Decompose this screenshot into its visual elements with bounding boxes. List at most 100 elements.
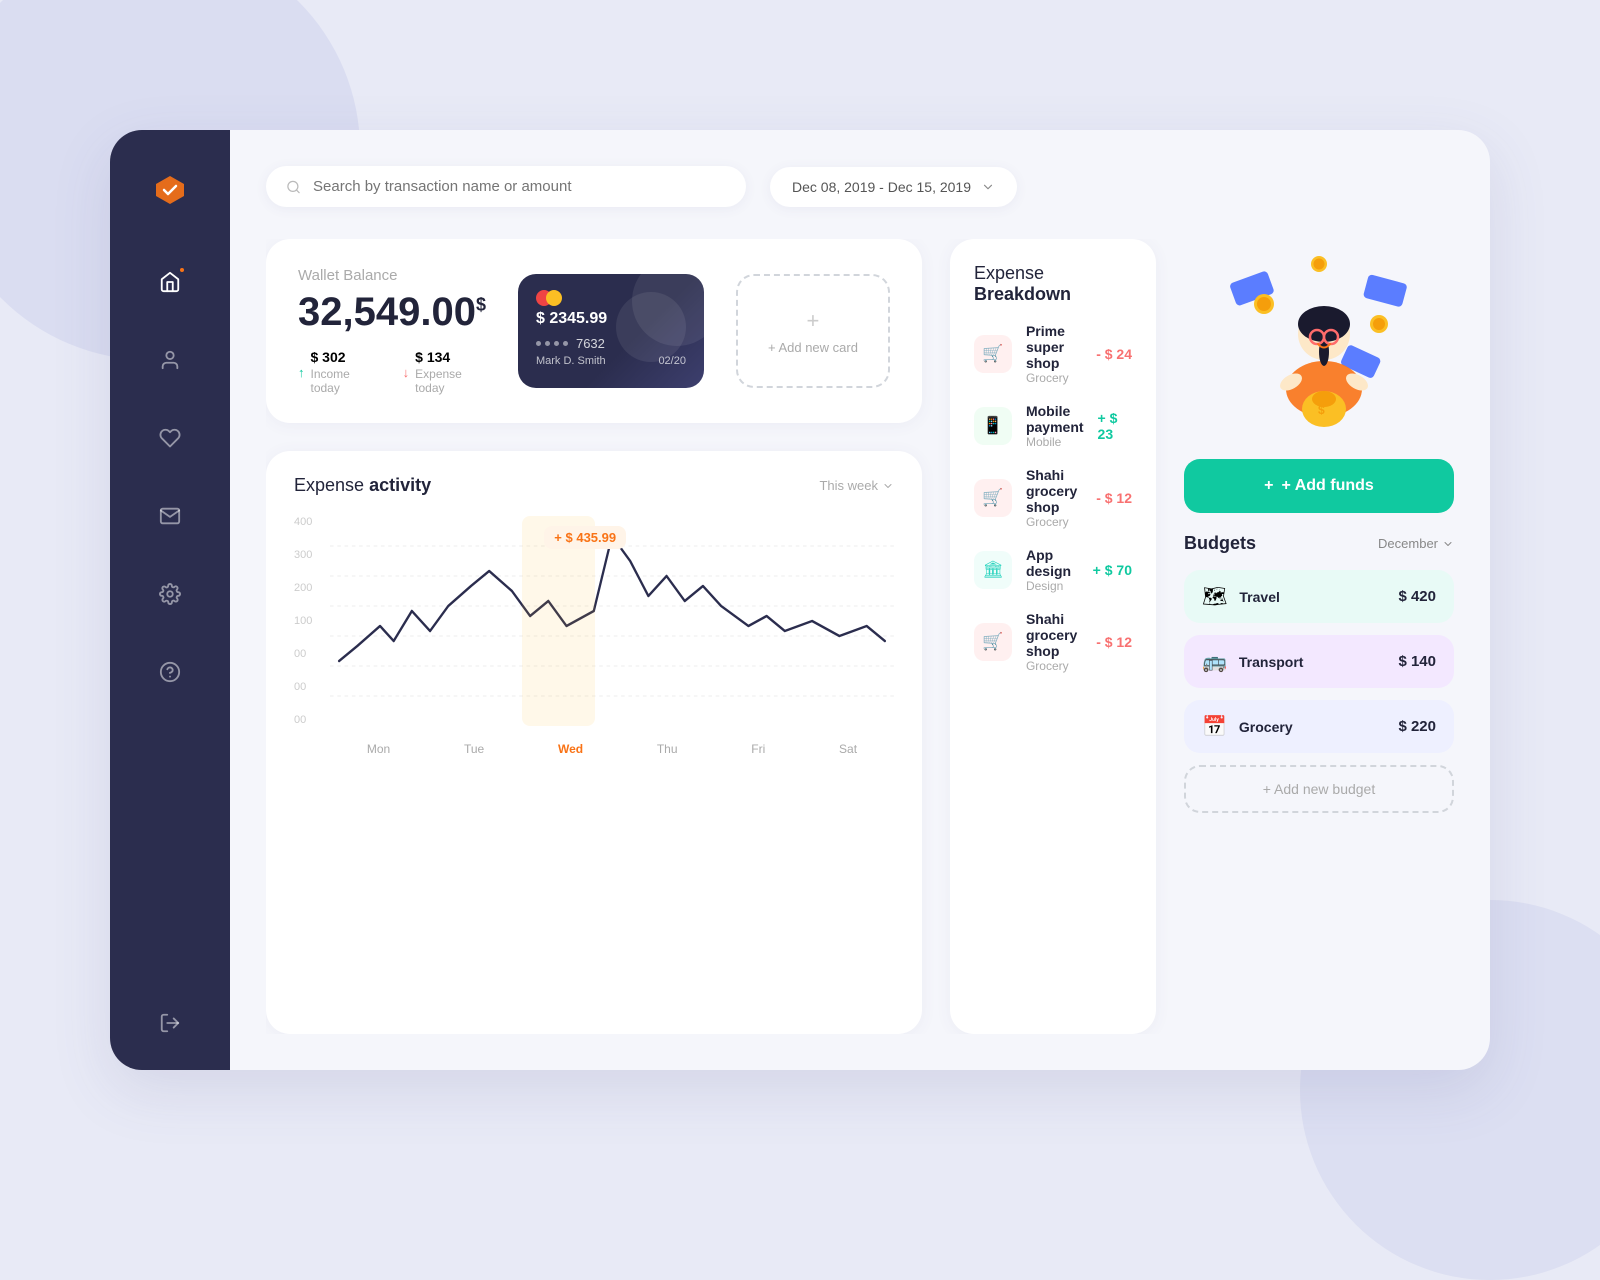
budget-amount-grocery: $ 220 [1398, 718, 1436, 735]
sidebar-item-favorites[interactable] [150, 418, 190, 458]
breakdown-category: Grocery [1026, 659, 1082, 673]
main-card: Dec 08, 2019 - Dec 15, 2019 Wallet Balan… [110, 130, 1490, 1070]
breakdown-text: App design Design [1026, 547, 1079, 593]
add-budget-label: + Add new budget [1263, 781, 1376, 797]
sidebar-nav [150, 262, 190, 988]
chart-tooltip: + $ 435.99 [544, 526, 626, 549]
budget-amount-travel: $ 420 [1398, 588, 1436, 605]
card-name: Mark D. Smith [536, 355, 606, 367]
budget-name-grocery: Grocery [1239, 719, 1387, 735]
breakdown-icon-design: 🏛 [974, 551, 1012, 589]
breakdown-amount: + $ 23 [1098, 410, 1132, 442]
expense-label: Expense today [415, 367, 486, 395]
breakdown-name: Shahi grocery shop [1026, 611, 1082, 659]
chevron-down-icon [882, 480, 894, 492]
day-sat: Sat [839, 742, 857, 756]
add-card-label: + Add new card [768, 340, 858, 355]
breakdown-name: Shahi grocery shop [1026, 467, 1082, 515]
breakdown-icon-grocery2: 🛒 [974, 479, 1012, 517]
breakdown-name: Mobile payment [1026, 403, 1084, 435]
chart-title: Expense activity [294, 475, 431, 496]
chart-svg-container: + $ 435.99 [330, 516, 894, 726]
income-stat: ↑ $ 302 Income today [298, 349, 375, 395]
chart-period-selector[interactable]: This week [819, 478, 894, 493]
breakdown-item: 🏛 App design Design + $ 70 [974, 547, 1132, 593]
logout-button[interactable] [159, 988, 181, 1034]
grocery-icon: 📅 [1202, 714, 1227, 739]
breakdown-amount: - $ 12 [1096, 490, 1132, 506]
hero-illustration: $ [1219, 244, 1419, 434]
chevron-down-icon [1442, 538, 1454, 550]
left-column: Wallet Balance 32,549.00$ ↑ $ 302 Income… [266, 239, 922, 1034]
wallet-label: Wallet Balance [298, 267, 486, 284]
breakdown-text: Mobile payment Mobile [1026, 403, 1084, 449]
add-funds-label: + Add funds [1282, 477, 1374, 495]
main-body: Wallet Balance 32,549.00$ ↑ $ 302 Income… [266, 239, 1454, 1034]
budgets-header: Budgets December [1184, 533, 1454, 554]
budget-item-travel: 🗺 Travel $ 420 [1184, 570, 1454, 623]
chart-y-labels: 400300200100000000 [294, 516, 326, 726]
breakdown-category: Grocery [1026, 515, 1082, 529]
breakdown-amount: - $ 24 [1096, 346, 1132, 362]
breakdown-list: 🛒 Prime super shop Grocery - $ 24 📱 M [974, 323, 1132, 673]
breakdown-text: Shahi grocery shop Grocery [1026, 467, 1082, 529]
breakdown-icon-grocery3: 🛒 [974, 623, 1012, 661]
breakdown-item: 🛒 Shahi grocery shop Grocery - $ 12 [974, 611, 1132, 673]
chart-header: Expense activity This week [294, 475, 894, 496]
card-last-digits: 7632 [576, 336, 605, 351]
day-wed: Wed [558, 742, 583, 756]
search-icon [286, 179, 301, 195]
day-fri: Fri [751, 742, 765, 756]
expense-stat: ↓ $ 134 Expense today [403, 349, 486, 395]
income-value: $ 302 [311, 349, 375, 365]
chart-x-labels: Mon Tue Wed Thu Fri Sat [330, 742, 894, 756]
budget-list: 🗺 Travel $ 420 🚌 Transport $ 140 📅 [1184, 570, 1454, 753]
sidebar-item-help[interactable] [150, 652, 190, 692]
add-card-button[interactable]: + + Add new card [736, 274, 890, 388]
svg-text:$: $ [1318, 403, 1325, 417]
breakdown-text: Prime super shop Grocery [1026, 323, 1082, 385]
income-arrow-icon: ↑ [298, 365, 305, 380]
add-budget-button[interactable]: + Add new budget [1184, 765, 1454, 813]
sidebar-item-home[interactable] [150, 262, 190, 302]
notification-dot [178, 266, 186, 274]
topbar: Dec 08, 2019 - Dec 15, 2019 [266, 166, 1454, 207]
date-picker[interactable]: Dec 08, 2019 - Dec 15, 2019 [770, 167, 1017, 207]
budget-amount-transport: $ 140 [1398, 653, 1436, 670]
chevron-down-icon [981, 180, 995, 194]
income-label: Income today [311, 367, 375, 395]
sidebar-item-mail[interactable] [150, 496, 190, 536]
right-column: $ + + Add funds Budgets December [1184, 239, 1454, 1034]
breakdown-section: Expense Breakdown 🛒 Prime super shop Gro… [950, 239, 1156, 1034]
breakdown-amount: - $ 12 [1096, 634, 1132, 650]
budget-item-grocery: 📅 Grocery $ 220 [1184, 700, 1454, 753]
sidebar [110, 130, 230, 1070]
search-box[interactable] [266, 166, 746, 207]
content-area: Dec 08, 2019 - Dec 15, 2019 Wallet Balan… [230, 130, 1490, 1070]
budgets-month-selector[interactable]: December [1378, 536, 1454, 551]
middle-column: Expense Breakdown 🛒 Prime super shop Gro… [950, 239, 1156, 1034]
transport-icon: 🚌 [1202, 649, 1227, 674]
breakdown-text: Shahi grocery shop Grocery [1026, 611, 1082, 673]
breakdown-category: Mobile [1026, 435, 1084, 449]
search-input[interactable] [313, 178, 726, 195]
breakdown-item: 📱 Mobile payment Mobile + $ 23 [974, 403, 1132, 449]
breakdown-amount: + $ 70 [1093, 562, 1132, 578]
chart-section: Expense activity This week 4003002001000… [266, 451, 922, 1034]
breakdown-name: Prime super shop [1026, 323, 1082, 371]
breakdown-icon-grocery: 🛒 [974, 335, 1012, 373]
sidebar-item-settings[interactable] [150, 574, 190, 614]
add-funds-plus-icon: + [1264, 477, 1273, 495]
day-mon: Mon [367, 742, 390, 756]
date-range-text: Dec 08, 2019 - Dec 15, 2019 [792, 179, 971, 195]
chart-area: 400300200100000000 + $ 435.99 [294, 516, 894, 756]
budget-name-travel: Travel [1239, 589, 1386, 605]
wallet-section: Wallet Balance 32,549.00$ ↑ $ 302 Income… [266, 239, 922, 423]
expense-arrow-icon: ↓ [403, 365, 410, 380]
sidebar-item-profile[interactable] [150, 340, 190, 380]
add-funds-button[interactable]: + + Add funds [1184, 459, 1454, 513]
breakdown-item: 🛒 Prime super shop Grocery - $ 24 [974, 323, 1132, 385]
expense-value: $ 134 [415, 349, 486, 365]
breakdown-category: Grocery [1026, 371, 1082, 385]
app-logo [146, 166, 194, 214]
